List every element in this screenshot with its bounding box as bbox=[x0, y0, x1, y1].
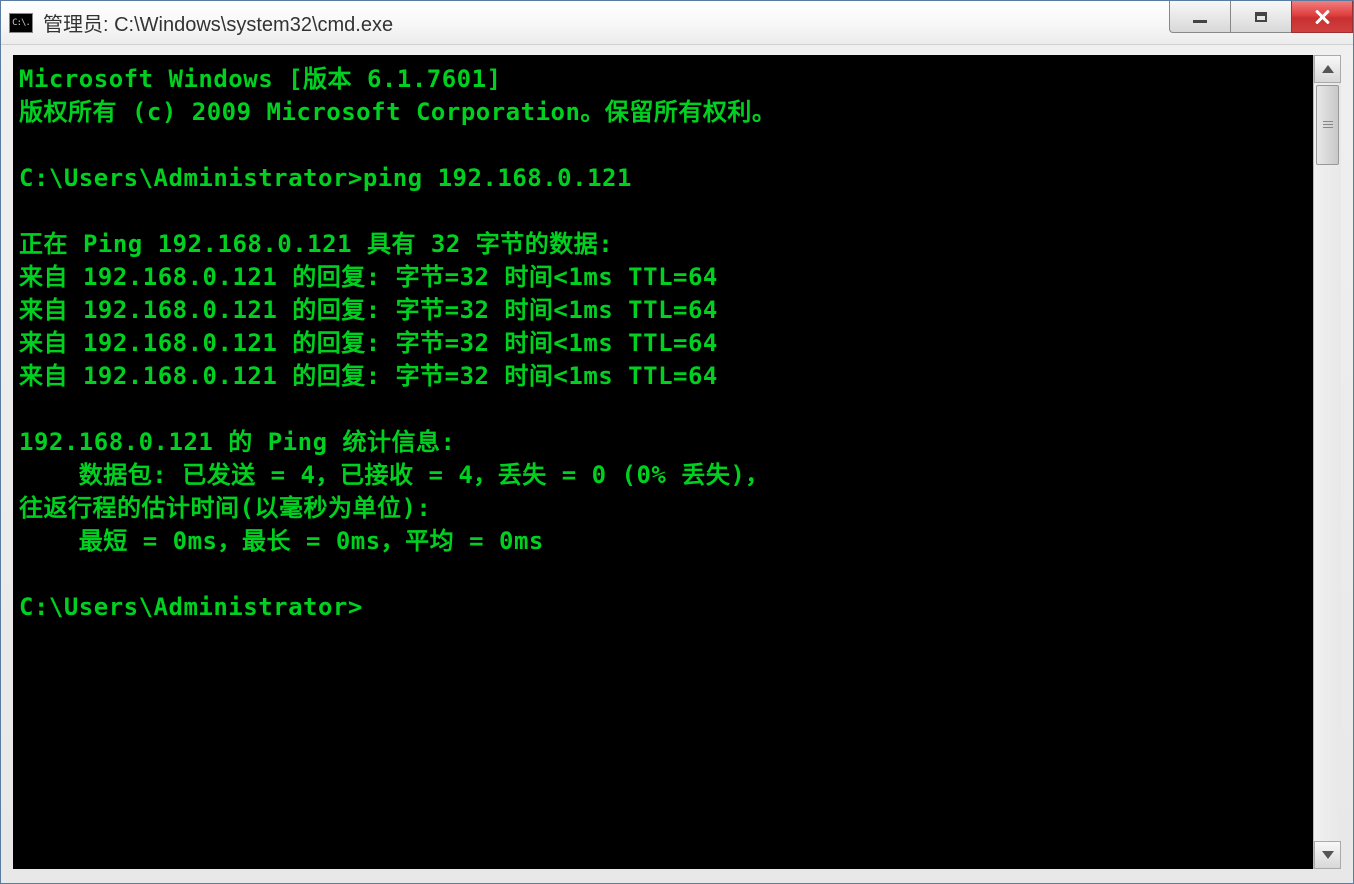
vertical-scrollbar[interactable] bbox=[1313, 55, 1341, 869]
maximize-button[interactable] bbox=[1230, 1, 1292, 33]
cmd-icon: C:\. bbox=[9, 13, 33, 33]
minimize-icon bbox=[1193, 20, 1207, 23]
window-controls bbox=[1169, 1, 1353, 33]
minimize-button[interactable] bbox=[1169, 1, 1231, 33]
close-icon bbox=[1313, 8, 1331, 26]
client-area: Microsoft Windows [版本 6.1.7601] 版权所有 (c)… bbox=[13, 55, 1341, 869]
arrow-down-icon bbox=[1322, 851, 1334, 859]
window-title: 管理员: C:\Windows\system32\cmd.exe bbox=[43, 8, 393, 37]
maximize-icon bbox=[1255, 12, 1267, 22]
cmd-window: C:\. 管理员: C:\Windows\system32\cmd.exe Mi… bbox=[0, 0, 1354, 884]
scroll-up-button[interactable] bbox=[1314, 55, 1341, 83]
scroll-track[interactable] bbox=[1314, 83, 1341, 841]
close-button[interactable] bbox=[1291, 1, 1353, 33]
arrow-up-icon bbox=[1322, 65, 1334, 73]
titlebar[interactable]: C:\. 管理员: C:\Windows\system32\cmd.exe bbox=[1, 1, 1353, 45]
scroll-thumb[interactable] bbox=[1316, 85, 1339, 165]
scroll-down-button[interactable] bbox=[1314, 841, 1341, 869]
terminal-output[interactable]: Microsoft Windows [版本 6.1.7601] 版权所有 (c)… bbox=[13, 55, 1313, 869]
